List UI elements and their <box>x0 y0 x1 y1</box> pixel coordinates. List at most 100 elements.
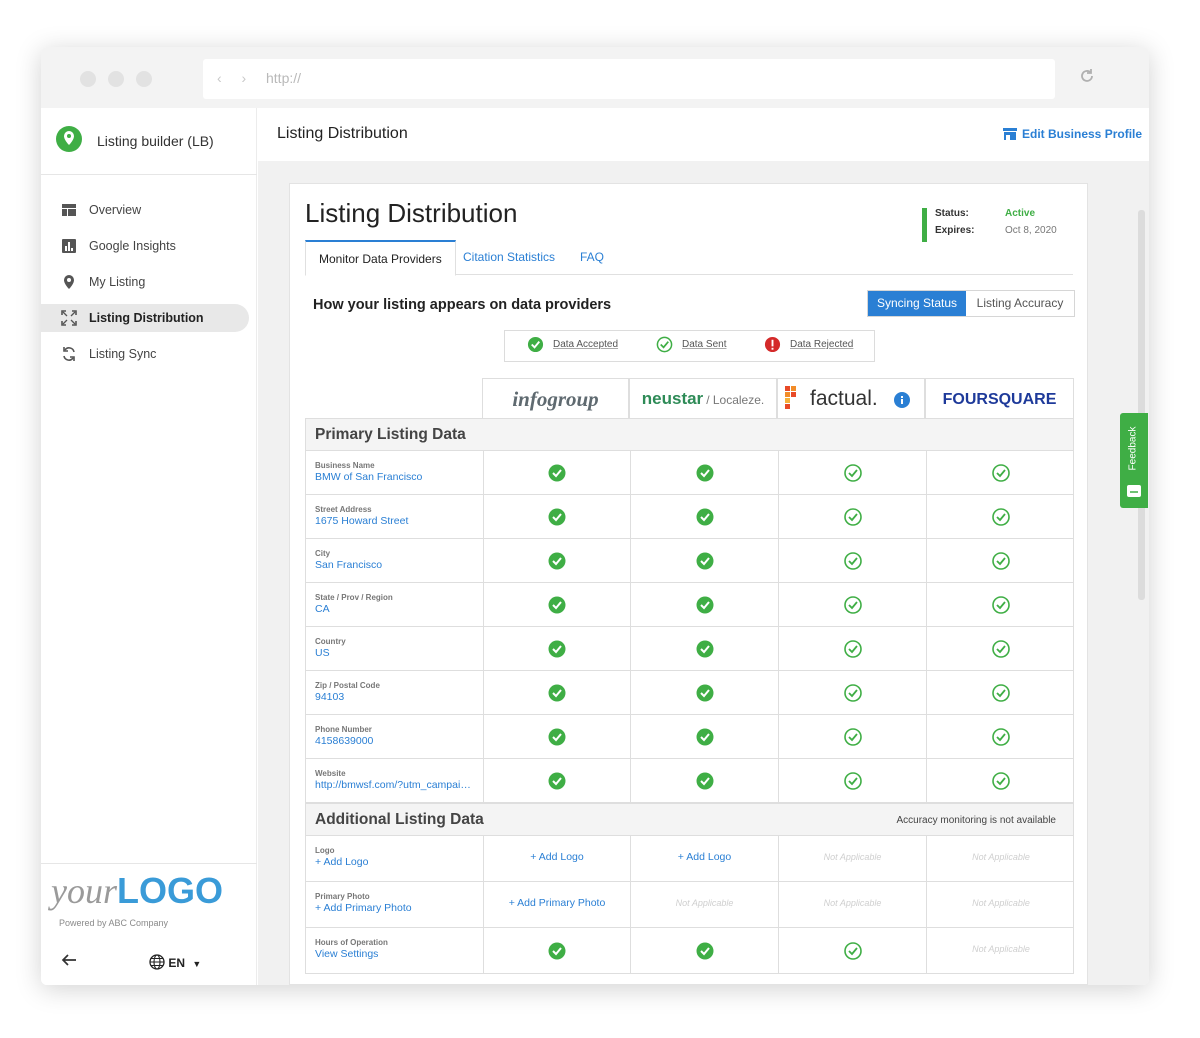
provider-status-cell <box>778 583 926 626</box>
provider-status-cell <box>926 495 1075 538</box>
check-filled-icon <box>696 552 714 570</box>
provider-status-cell <box>778 451 926 494</box>
provider-status-cell: Not Applicable <box>926 882 1075 927</box>
field-label: Street Address <box>315 505 372 514</box>
provider-status-cell <box>630 451 778 494</box>
check-filled-icon <box>696 508 714 526</box>
app-logo-icon <box>56 126 82 152</box>
app-brand[interactable]: Listing builder (LB) <box>41 108 257 175</box>
add-item-link[interactable]: + Add Logo <box>631 851 778 863</box>
add-item-link[interactable]: + Add Primary Photo <box>484 897 630 909</box>
feedback-tab[interactable]: Feedback <box>1120 413 1148 508</box>
globe-icon <box>149 954 165 970</box>
edit-business-profile-link[interactable]: Edit Business Profile <box>1003 127 1142 141</box>
field-value[interactable]: http://bmwsf.com/?utm_campaign=... <box>315 779 473 791</box>
location-pin-icon <box>64 275 74 289</box>
check-filled-icon <box>548 772 566 790</box>
check-filled-icon <box>696 596 714 614</box>
check-outline-icon <box>992 507 1010 526</box>
legend-label: Data Sent <box>682 339 727 350</box>
field-value[interactable]: + Add Primary Photo <box>315 902 473 914</box>
check-filled-icon <box>696 772 714 790</box>
check-outline-icon <box>843 941 862 960</box>
field-value[interactable]: US <box>315 647 473 659</box>
section-title: How your listing appears on data provide… <box>313 297 612 313</box>
window-close-dot[interactable] <box>80 71 96 87</box>
check-filled-icon <box>548 552 566 570</box>
factual-logo-icon <box>785 386 796 409</box>
field-label: Business Name <box>315 461 375 470</box>
window-minimize-dot[interactable] <box>108 71 124 87</box>
feedback-icon <box>1127 485 1141 497</box>
field-value[interactable]: BMW of San Francisco <box>315 471 473 483</box>
sidebar-item-my-listing[interactable]: My Listing <box>41 268 249 296</box>
tab-faq[interactable]: FAQ <box>580 240 604 275</box>
field-value[interactable]: 1675 Howard Street <box>315 515 473 527</box>
check-filled-icon <box>548 942 566 960</box>
provider-status-cell <box>926 539 1075 582</box>
legend-label: Data Accepted <box>553 339 619 350</box>
field-value[interactable]: 94103 <box>315 691 473 703</box>
window-maximize-dot[interactable] <box>136 71 152 87</box>
provider-status-cell <box>778 759 926 802</box>
add-item-link[interactable]: + Add Logo <box>484 851 630 863</box>
provider-status-cell: + Add Logo <box>483 836 630 881</box>
field-value[interactable]: CA <box>315 603 473 615</box>
sidebar-item-google-insights[interactable]: Google Insights <box>41 232 249 260</box>
provider-status-cell: Not Applicable <box>926 928 1075 973</box>
check-filled-icon <box>548 728 566 746</box>
info-icon[interactable] <box>894 392 910 408</box>
group-title: Primary Listing Data <box>315 426 466 443</box>
chevron-down-icon: ▼ <box>192 959 202 969</box>
bar-chart-icon <box>62 239 76 253</box>
syncing-status-button[interactable]: Syncing Status <box>868 291 966 316</box>
legend-data-rejected: Data Rejected <box>764 336 853 353</box>
table-row: Street Address 1675 Howard Street <box>305 495 1074 539</box>
back-arrow-icon[interactable] <box>61 952 77 968</box>
check-outline-icon <box>992 463 1010 482</box>
sidebar-item-label: Listing Sync <box>89 347 157 361</box>
check-outline-icon <box>843 595 862 614</box>
tab-monitor-data-providers[interactable]: Monitor Data Providers <box>305 240 456 276</box>
status-badge: Active <box>1005 208 1036 219</box>
table-row: Country US <box>305 627 1074 671</box>
sidebar: Listing builder (LB) Overview Google Ins… <box>41 108 257 985</box>
check-filled-icon <box>527 336 544 353</box>
field-value[interactable]: + Add Logo <box>315 856 473 868</box>
sidebar-item-overview[interactable]: Overview <box>41 196 249 224</box>
provider-logo-localeze: / Localeze. <box>706 393 765 407</box>
field-value[interactable]: 4158639000 <box>315 735 473 747</box>
table-row: Hours of Operation View Settings Not Appli… <box>305 928 1074 974</box>
tab-citation-statistics[interactable]: Citation Statistics <box>463 240 555 275</box>
check-filled-icon <box>548 508 566 526</box>
listing-accuracy-button[interactable]: Listing Accuracy <box>966 291 1074 316</box>
sidebar-item-listing-distribution[interactable]: Listing Distribution <box>41 304 249 332</box>
check-outline-icon <box>992 639 1010 658</box>
field-value[interactable]: View Settings <box>315 948 473 960</box>
app-name: Listing builder (LB) <box>97 133 214 149</box>
address-bar[interactable]: ‹ › http:// <box>203 59 1055 99</box>
provider-status-cell <box>483 715 630 758</box>
provider-infogroup: infogroup <box>482 378 629 418</box>
field-label: Zip / Postal Code <box>315 681 380 690</box>
page-title: Listing Distribution <box>305 198 518 228</box>
sidebar-item-listing-sync[interactable]: Listing Sync <box>41 340 249 368</box>
status-legend: Data Accepted Data Sent Data Rejected <box>504 330 875 362</box>
sync-icon <box>63 347 75 361</box>
provider-status-cell: Not Applicable <box>630 882 778 927</box>
status-panel: Status: Active Expires: Oct 8, 2020 <box>922 208 1085 242</box>
check-filled-icon <box>548 640 566 658</box>
field-value[interactable]: San Francisco <box>315 559 473 571</box>
group-additional-listing-data: Additional Listing Data Accuracy monitori… <box>305 803 1074 836</box>
provider-status-cell <box>926 583 1075 626</box>
expires-label: Expires: <box>935 225 975 236</box>
reload-icon[interactable] <box>1078 67 1096 85</box>
back-forward-icon[interactable]: ‹ › <box>217 70 254 86</box>
check-filled-icon <box>696 684 714 702</box>
provider-logo-infogroup: infogroup <box>512 387 599 411</box>
check-filled-icon <box>548 596 566 614</box>
check-outline-icon <box>843 771 862 790</box>
scrollbar[interactable] <box>1138 210 1145 600</box>
language-selector[interactable]: EN ▼ <box>149 954 201 970</box>
field-label: Phone Number <box>315 725 372 734</box>
